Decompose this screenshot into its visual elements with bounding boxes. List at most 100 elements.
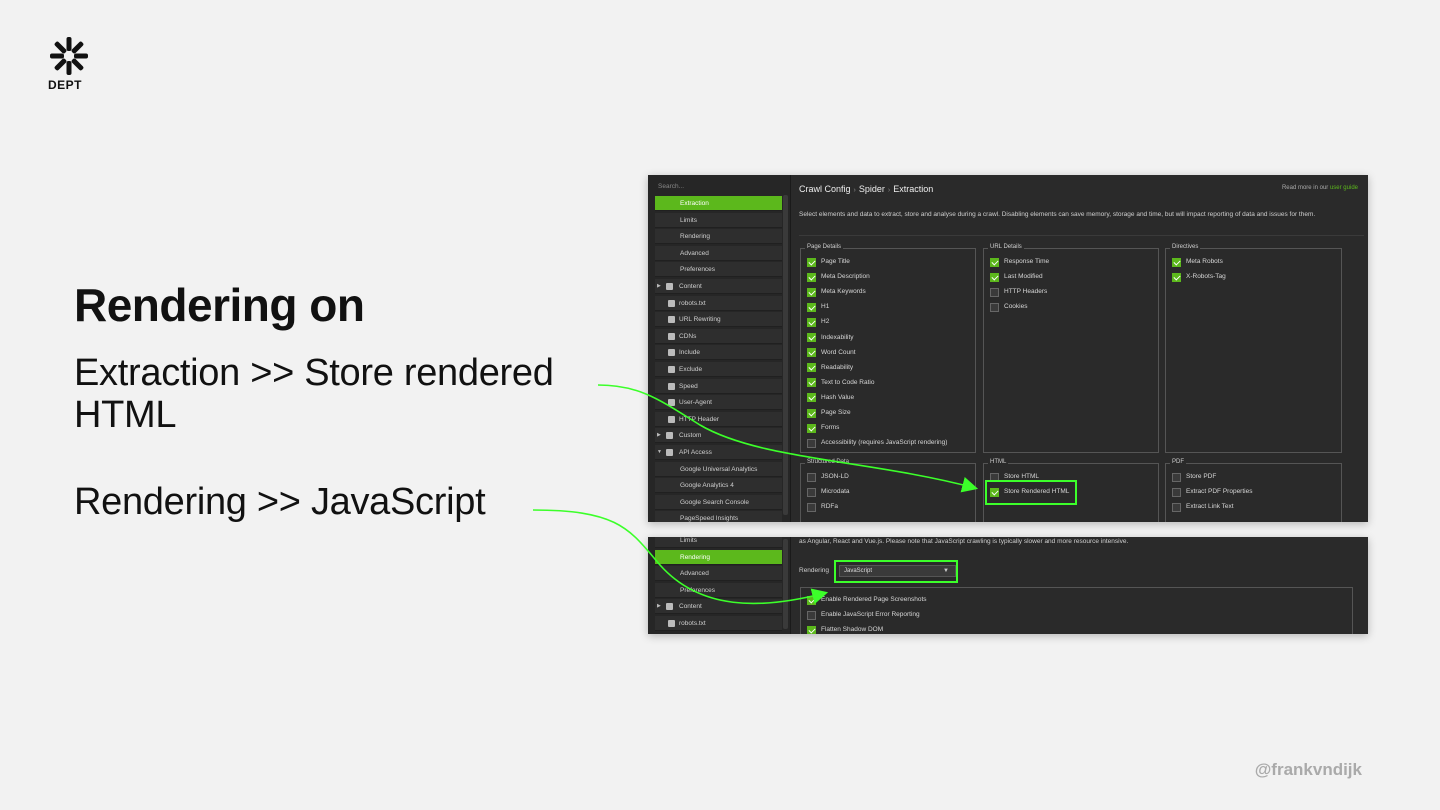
sidebar-item-robots-txt[interactable]: robots.txt [655, 295, 782, 311]
user-guide-link[interactable]: user guide [1330, 185, 1358, 191]
checkbox-meta-description[interactable]: Meta Description [807, 272, 870, 284]
sidebar-item-advanced[interactable]: Advanced [655, 566, 782, 582]
checkbox-unchecked-icon[interactable] [990, 302, 999, 312]
checkbox-forms[interactable]: Forms [807, 423, 839, 435]
sidebar-item-include[interactable]: Include [655, 345, 782, 361]
checkbox-unchecked-icon[interactable] [990, 287, 999, 297]
checkbox-extract-pdf-properties[interactable]: Extract PDF Properties [1172, 487, 1252, 499]
chevron-right-icon[interactable]: ▶ [657, 599, 661, 614]
checkbox-checked-icon[interactable] [807, 393, 816, 403]
checkbox-unchecked-icon[interactable] [1172, 472, 1181, 482]
checkbox-rdfa[interactable]: RDFa [807, 502, 838, 514]
checkbox-unchecked-icon[interactable] [807, 472, 816, 482]
sidebar-item-speed[interactable]: Speed [655, 378, 782, 394]
table-icon [666, 283, 673, 290]
robot-icon [668, 299, 675, 307]
checkbox-checked-icon[interactable] [807, 272, 816, 282]
checkbox-hash-value[interactable]: Hash Value [807, 393, 854, 405]
checkbox-json-ld[interactable]: JSON-LD [807, 472, 849, 484]
sidebar-scrollbar[interactable] [783, 539, 788, 629]
sidebar-item-content[interactable]: ▶ Content [655, 279, 782, 294]
sidebar-item-content[interactable]: ▶ Content [655, 599, 782, 615]
checkbox-label: Text to Code Ratio [821, 378, 875, 386]
checkbox-flatten-shadow-dom[interactable]: Flatten Shadow DOM [807, 625, 883, 634]
checkbox-checked-icon[interactable] [1172, 272, 1181, 282]
checkbox-checked-icon[interactable] [990, 257, 999, 267]
sidebar-item-api-access[interactable]: ▼ API Access [655, 445, 782, 460]
checkbox-label: HTTP Headers [1004, 288, 1048, 296]
checkbox-unchecked-icon[interactable] [807, 487, 816, 497]
checkbox-checked-icon[interactable] [1172, 257, 1181, 267]
checkbox-h2[interactable]: H2 [807, 317, 829, 329]
checkbox-label: Page Title [821, 258, 850, 265]
sidebar-item-preferences[interactable]: Preferences [655, 582, 782, 598]
checkbox-checked-icon[interactable] [990, 272, 999, 282]
checkbox-unchecked-icon[interactable] [807, 438, 816, 448]
checkbox-readability[interactable]: Readability [807, 363, 853, 375]
sidebar-item-label: Limits [680, 537, 697, 544]
checkbox-store-pdf[interactable]: Store PDF [1172, 472, 1216, 484]
checkbox-cookies[interactable]: Cookies [990, 302, 1027, 314]
checkbox-x-robots-tag[interactable]: X-Robots-Tag [1172, 272, 1226, 284]
checkbox-accessibility-requires-javascript-rendering[interactable]: Accessibility (requires JavaScript rende… [807, 438, 947, 450]
checkbox-indexability[interactable]: Indexability [807, 333, 854, 345]
sidebar-item-pagespeed-insights[interactable]: PageSpeed Insights [655, 511, 782, 522]
sidebar-item-advanced[interactable]: Advanced [655, 245, 782, 261]
sidebar-item-user-agent[interactable]: User-Agent [655, 395, 782, 411]
checkbox-enable-javascript-error-reporting[interactable]: Enable JavaScript Error Reporting [807, 610, 920, 622]
sidebar-item-extraction[interactable]: Extraction [655, 196, 782, 211]
sidebar-item-custom[interactable]: ▶ Custom [655, 428, 782, 444]
sidebar-item-rendering[interactable]: Rendering [655, 549, 782, 565]
checkbox-checked-icon[interactable] [807, 408, 816, 418]
checkbox-text-to-code-ratio[interactable]: Text to Code Ratio [807, 378, 874, 390]
checkbox-checked-icon[interactable] [807, 363, 816, 373]
checkbox-checked-icon[interactable] [807, 302, 816, 312]
checkbox-checked-icon[interactable] [807, 317, 816, 327]
checkbox-checked-icon[interactable] [807, 287, 816, 297]
sidebar-search-input[interactable]: Search... [654, 180, 784, 193]
chevron-right-icon[interactable]: ▶ [657, 279, 661, 294]
checkbox-checked-icon[interactable] [807, 257, 816, 267]
checkbox-unchecked-icon[interactable] [807, 610, 816, 620]
sidebar-scrollbar[interactable] [783, 195, 788, 515]
checkbox-checked-icon[interactable] [807, 348, 816, 358]
checkbox-meta-robots[interactable]: Meta Robots [1172, 257, 1223, 269]
sidebar-item-http-header[interactable]: HTTP Header [655, 411, 782, 427]
sidebar-item-google-analytics-4[interactable]: Google Analytics 4 [655, 478, 782, 494]
sidebar-item-cdns[interactable]: CDNs [655, 328, 782, 344]
breadcrumb-crawl-config[interactable]: Crawl Config [799, 184, 851, 194]
checkbox-page-title[interactable]: Page Title [807, 257, 850, 269]
checkbox-h1[interactable]: H1 [807, 302, 829, 314]
checkbox-microdata[interactable]: Microdata [807, 487, 850, 499]
checkbox-checked-icon[interactable] [807, 625, 816, 634]
sidebar-item-limits[interactable]: Limits [655, 537, 782, 548]
sidebar-item-rendering[interactable]: Rendering [655, 229, 782, 245]
checkbox-response-time[interactable]: Response Time [990, 257, 1049, 269]
checkbox-unchecked-icon[interactable] [1172, 487, 1181, 497]
checkbox-checked-icon[interactable] [807, 378, 816, 388]
sidebar-item-preferences[interactable]: Preferences [655, 262, 782, 278]
checkbox-enable-rendered-page-screenshots[interactable]: Enable Rendered Page Screenshots [807, 595, 927, 607]
sidebar-item-google-universal-analytics[interactable]: Google Universal Analytics [655, 461, 782, 477]
breadcrumb-spider[interactable]: Spider [859, 184, 885, 194]
checkbox-checked-icon[interactable] [807, 333, 816, 342]
checkbox-unchecked-icon[interactable] [807, 502, 816, 512]
group-url-details: URL Details Response Time Last Modified HT… [983, 244, 1159, 453]
sidebar-item-robots-txt[interactable]: robots.txt [655, 616, 782, 631]
checkbox-checked-icon[interactable] [807, 423, 816, 433]
chevron-right-icon[interactable]: ▶ [657, 428, 661, 443]
checkbox-meta-keywords[interactable]: Meta Keywords [807, 287, 866, 299]
author-handle: @frankvndijk [1254, 760, 1362, 779]
sidebar-item-limits[interactable]: Limits [655, 212, 782, 228]
checkbox-http-headers[interactable]: HTTP Headers [990, 287, 1047, 299]
sidebar-item-exclude[interactable]: Exclude [655, 362, 782, 377]
checkbox-page-size[interactable]: Page Size [807, 408, 851, 420]
chevron-down-icon[interactable]: ▼ [657, 445, 662, 460]
checkbox-last-modified[interactable]: Last Modified [990, 272, 1043, 284]
checkbox-word-count[interactable]: Word Count [807, 348, 856, 360]
checkbox-unchecked-icon[interactable] [1172, 502, 1181, 512]
sidebar-item-google-search-console[interactable]: Google Search Console [655, 494, 782, 510]
checkbox-checked-icon[interactable] [807, 595, 816, 605]
checkbox-extract-link-text[interactable]: Extract Link Text [1172, 502, 1234, 514]
sidebar-item-url-rewriting[interactable]: URL Rewriting [655, 312, 782, 328]
